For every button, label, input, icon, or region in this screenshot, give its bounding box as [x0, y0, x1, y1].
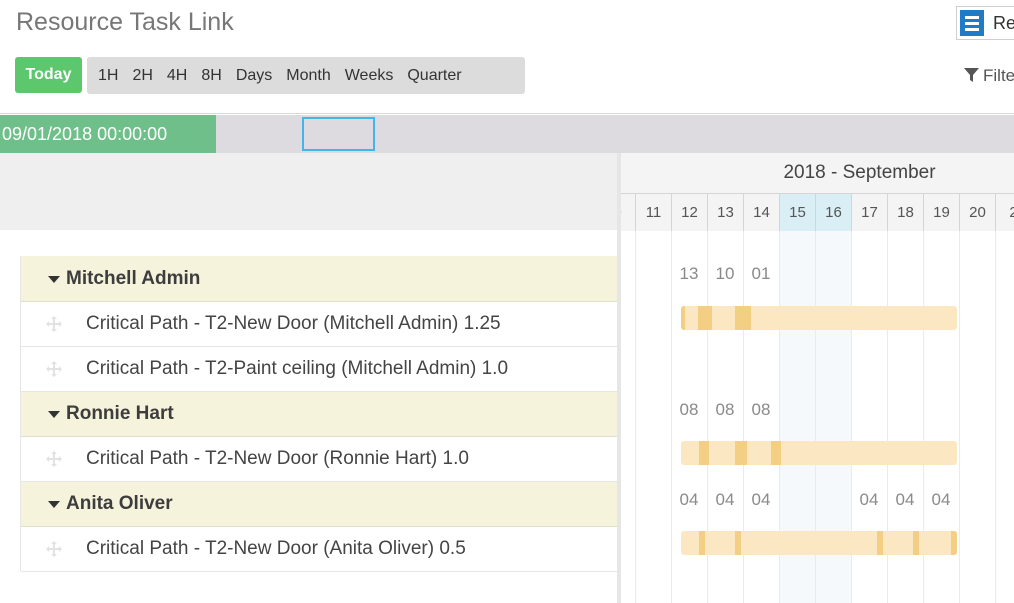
- resource-load-value: 08: [679, 400, 699, 419]
- timeline-viewport-handle[interactable]: [302, 117, 375, 151]
- day-header: 13: [707, 193, 743, 231]
- scale-month-button[interactable]: Month: [279, 57, 337, 94]
- month-header: 2018 - September: [621, 153, 1014, 193]
- list-icon: [960, 10, 984, 36]
- task-bar-segment: [951, 531, 957, 555]
- filter-button[interactable]: Filte: [964, 66, 1014, 86]
- task-name: Critical Path - T2-Paint ceiling (Mitche…: [86, 358, 509, 379]
- view-switcher-label: Re: [993, 13, 1014, 33]
- task-bar-segment: [771, 441, 781, 465]
- group-name: Mitchell Admin: [66, 267, 201, 289]
- time-scale-group: 1H 2H 4H 8H Days Month Weeks Quarter: [87, 57, 525, 94]
- resource-load-value: 08: [751, 400, 771, 419]
- group-row-anita-oliver[interactable]: Anita Oliver: [0, 482, 617, 527]
- funnel-icon: [964, 68, 979, 82]
- day-header: 11: [635, 193, 671, 231]
- group-name: Anita Oliver: [66, 493, 173, 514]
- current-datetime-text: 09/01/2018 00:00:00: [2, 124, 168, 144]
- resource-load-value: 04: [895, 490, 915, 509]
- filter-label: Filte: [983, 66, 1014, 85]
- task-row[interactable]: Critical Path - T2-Paint ceiling (Mitche…: [0, 347, 617, 392]
- task-bar-segment: [735, 441, 747, 465]
- caret-down-icon[interactable]: [48, 275, 60, 283]
- task-bar-segment: [913, 531, 919, 555]
- task-bar-segment: [698, 306, 712, 330]
- scale-4h-button[interactable]: 4H: [160, 57, 194, 94]
- group-row-ronnie-hart[interactable]: Ronnie Hart: [0, 392, 617, 437]
- resource-load-value: 04: [679, 490, 699, 509]
- task-bar-segment: [877, 531, 883, 555]
- scale-1h-button[interactable]: 1H: [91, 57, 125, 94]
- task-bar[interactable]: [681, 441, 957, 465]
- scale-8h-button[interactable]: 8H: [194, 57, 228, 94]
- timeline-scrubber[interactable]: 09/01/2018 00:00:00: [0, 115, 1014, 153]
- day-column: [621, 231, 635, 603]
- day-header: 20: [959, 193, 995, 231]
- gantt-chart: 2018 - September 01112131415161718192021…: [621, 153, 1014, 603]
- task-bar-segment: [699, 441, 709, 465]
- scale-weeks-button[interactable]: Weeks: [338, 57, 401, 94]
- task-row[interactable]: Critical Path - T2-New Door (Mitchell Ad…: [0, 302, 617, 347]
- task-name: Critical Path - T2-New Door (Mitchell Ad…: [86, 313, 501, 334]
- scale-2h-button[interactable]: 2H: [125, 57, 159, 94]
- day-header: 0: [621, 193, 635, 231]
- day-header: 12: [671, 193, 707, 231]
- caret-down-icon[interactable]: [48, 411, 60, 418]
- resource-load-value: 04: [931, 490, 951, 509]
- day-header: 15: [779, 193, 815, 231]
- page-title: Resource Task Link: [16, 8, 234, 36]
- day-header: 18: [887, 193, 923, 231]
- resource-load-value: 04: [751, 490, 771, 509]
- task-list-header: [0, 153, 617, 230]
- day-header: 16: [815, 193, 851, 231]
- task-name: Critical Path - T2-New Door (Ronnie Hart…: [86, 448, 469, 469]
- day-header: 17: [851, 193, 887, 231]
- group-name: Ronnie Hart: [66, 403, 174, 424]
- day-header: 14: [743, 193, 779, 231]
- current-datetime: 09/01/2018 00:00:00: [0, 115, 216, 153]
- task-bar[interactable]: [681, 306, 957, 330]
- drag-handle-icon[interactable]: [45, 450, 63, 468]
- resource-load-value: 01: [751, 264, 771, 283]
- header-divider: [0, 113, 1014, 114]
- view-switcher[interactable]: Re: [956, 6, 1014, 40]
- resource-load-value: 04: [859, 490, 879, 509]
- task-row[interactable]: Critical Path - T2-New Door (Anita Olive…: [0, 527, 617, 572]
- resource-load-value: 13: [679, 264, 699, 283]
- day-column: [959, 231, 995, 603]
- drag-handle-icon[interactable]: [45, 360, 63, 378]
- day-header: 19: [923, 193, 959, 231]
- scale-days-button[interactable]: Days: [229, 57, 279, 94]
- caret-down-icon[interactable]: [48, 501, 60, 508]
- day-header: 2: [995, 193, 1014, 231]
- drag-handle-icon[interactable]: [45, 315, 63, 333]
- task-bar-segment: [735, 306, 751, 330]
- task-bar-segment: [699, 531, 705, 555]
- task-bar-segment: [681, 306, 685, 330]
- resource-load-value: 10: [715, 264, 735, 283]
- drag-handle-icon[interactable]: [45, 540, 63, 558]
- day-column: [995, 231, 1014, 603]
- today-button[interactable]: Today: [15, 57, 82, 93]
- task-row[interactable]: Critical Path - T2-New Door (Ronnie Hart…: [0, 437, 617, 482]
- task-bar[interactable]: [681, 531, 957, 555]
- scale-quarter-button[interactable]: Quarter: [400, 57, 468, 94]
- day-column: [635, 231, 671, 603]
- resource-load-value: 04: [715, 490, 735, 509]
- task-name: Critical Path - T2-New Door (Anita Olive…: [86, 538, 466, 559]
- resource-load-value: 08: [715, 400, 735, 419]
- group-row-mitchell-admin[interactable]: Mitchell Admin: [0, 256, 617, 302]
- task-bar-segment: [735, 531, 741, 555]
